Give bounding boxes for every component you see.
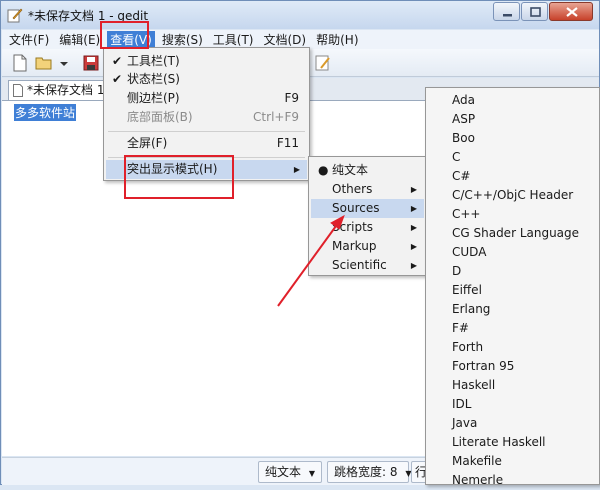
annotation-arrow	[277, 214, 345, 307]
